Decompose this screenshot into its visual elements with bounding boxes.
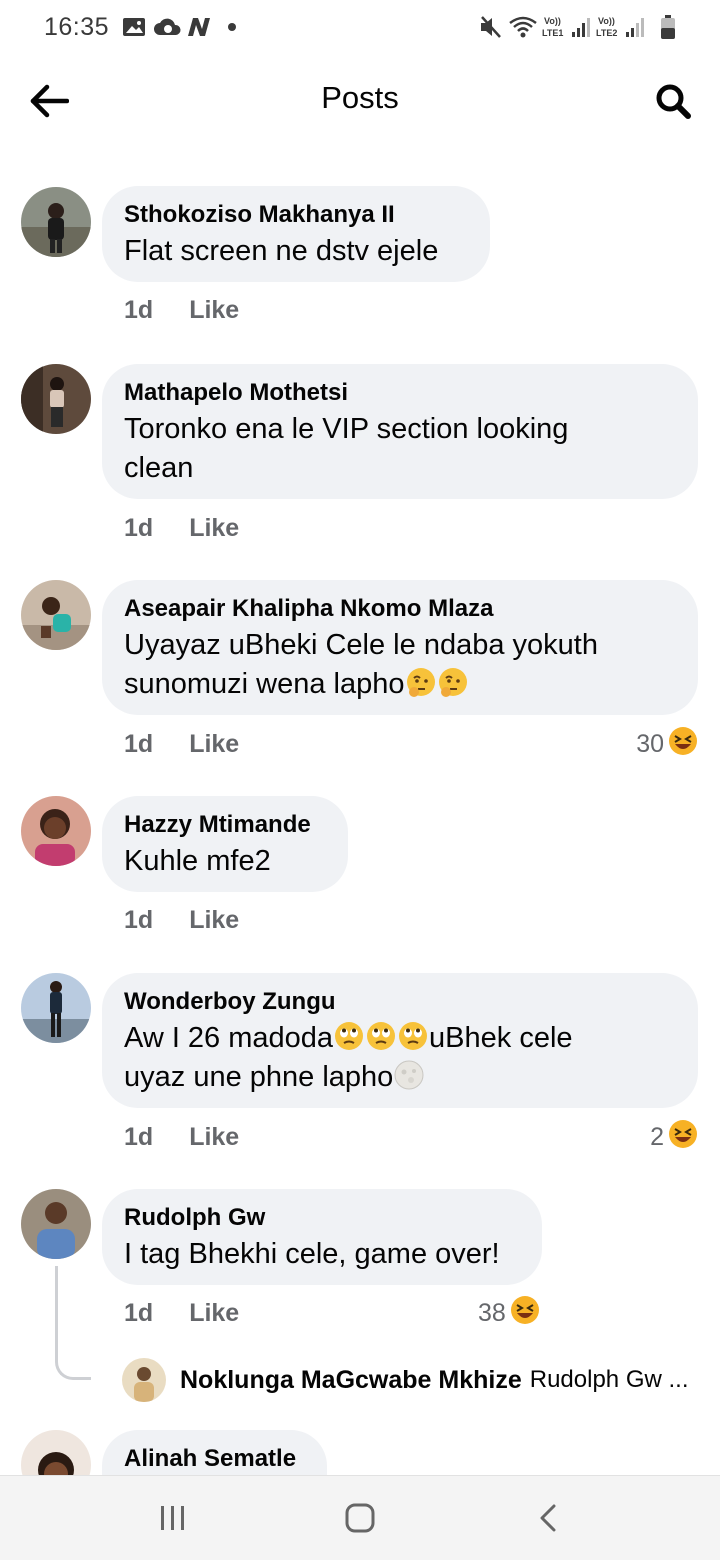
moon-face-icon [393,1059,425,1091]
comment-text-line: Toronko ena le VIP section looking [124,413,569,445]
status-time: 16:35 [44,13,110,41]
comment-author[interactable]: Wonderboy Zungu [124,987,676,1017]
avatar[interactable] [122,1358,166,1402]
comment-text-line: clean [124,452,194,484]
thinking-face-icon [437,666,469,698]
mute-icon [478,14,504,40]
comment-text-line: Uyayaz uBheki Cele le ndaba yokuth [124,629,598,661]
comment-author[interactable]: Rudolph Gw [124,1203,520,1233]
app-bar: Posts [0,56,720,144]
comment-bubble[interactable]: Rudolph Gw I tag Bhekhi cele, game over! [102,1189,542,1285]
comment-time[interactable]: 1d [124,1299,153,1327]
comment-text-line: uyaz une phne lapho [124,1061,394,1093]
laughing-face-icon [668,726,698,763]
comment-bubble[interactable]: Sthokoziso Makhanya II Flat screen ne ds… [102,186,490,282]
laughing-face-icon [510,1295,540,1332]
comment-text: Uyayaz uBheki Cele le ndaba yokuth sunom… [124,626,676,704]
reaction-count-value: 30 [636,730,664,758]
comment-meta: 1d Like [124,514,239,543]
comment-bubble[interactable]: Mathapelo Mothetsi Toronko ena le VIP se… [102,364,698,499]
comment-bubble[interactable]: Wonderboy Zungu Aw I 26 madoda uBhek cele… [102,973,698,1108]
avatar[interactable] [21,1189,91,1259]
reply-author[interactable]: Noklunga MaGcwabe Mkhize [180,1366,522,1395]
comment-text: I tag Bhekhi cele, game over! [124,1238,500,1270]
eye-roll-face-icon [397,1020,429,1052]
comment-meta: 1d Like [124,906,239,935]
comment-text: Toronko ena le VIP section looking clean [124,410,676,488]
comment-bubble[interactable]: Aseapair Khalipha Nkomo Mlaza Uyayaz uBh… [102,580,698,715]
like-button[interactable]: Like [189,1299,239,1327]
reaction-count-value: 2 [650,1123,664,1151]
comment-meta: 1d Like [124,1299,239,1328]
reply-preview[interactable]: Noklunga MaGcwabe Mkhize Rudolph Gw ... [122,1358,689,1402]
comment-time[interactable]: 1d [124,730,153,758]
status-bar: 16:35 Vo)) LTE1 Vo)) LTE2 [0,0,720,56]
lte2-signal-icon: Vo)) LTE2 [596,14,648,40]
svg-text:LTE2: LTE2 [596,28,617,38]
page-title: Posts [321,80,399,115]
avatar[interactable] [21,187,91,257]
comment-text-line: uBhek cele [429,1022,573,1054]
comment-bubble[interactable]: Hazzy Mtimande Kuhle mfe2 [102,796,348,892]
comment-author[interactable]: Alinah Sematle [124,1444,305,1474]
reaction-count-value: 38 [478,1299,506,1327]
comment-author[interactable]: Hazzy Mtimande [124,810,326,840]
reaction-count[interactable]: 30 [636,726,698,763]
thinking-face-icon [405,666,437,698]
svg-text:Vo)): Vo)) [544,16,561,26]
comment-text: Aw I 26 madoda uBhek cele uyaz une phne l… [124,1019,676,1097]
like-button[interactable]: Like [189,730,239,758]
comment-time[interactable]: 1d [124,514,153,542]
comment-author[interactable]: Sthokoziso Makhanya II [124,200,468,230]
avatar[interactable] [21,364,91,434]
eye-roll-face-icon [365,1020,397,1052]
svg-text:Vo)): Vo)) [598,16,615,26]
comment-time[interactable]: 1d [124,906,153,934]
comment-text: Flat screen ne dstv ejele [124,235,439,267]
reaction-count[interactable]: 38 [478,1295,540,1332]
comment-meta: 1d Like [124,1123,239,1152]
like-button[interactable]: Like [189,514,239,542]
comment-time[interactable]: 1d [124,296,153,324]
recent-apps-icon[interactable] [153,1498,193,1538]
comment-text-line: sunomuzi wena lapho [124,668,405,700]
back-icon[interactable] [528,1498,568,1538]
svg-text:LTE1: LTE1 [542,28,563,38]
lte1-signal-icon: Vo)) LTE1 [542,14,594,40]
gallery-icon [122,14,146,40]
comment-author[interactable]: Aseapair Khalipha Nkomo Mlaza [124,594,676,624]
eye-roll-face-icon [333,1020,365,1052]
like-button[interactable]: Like [189,296,239,324]
reaction-count[interactable]: 2 [650,1119,698,1156]
avatar[interactable] [21,580,91,650]
home-icon[interactable] [340,1498,380,1538]
dot-icon [227,14,237,40]
laughing-face-icon [668,1119,698,1156]
comment-text-line: Aw I 26 madoda [124,1022,334,1054]
battery-icon [660,14,676,40]
reply-text: Rudolph Gw ... [529,1366,689,1393]
reply-thread-line [55,1266,91,1380]
system-nav-bar [0,1475,720,1560]
comment-time[interactable]: 1d [124,1123,153,1151]
like-button[interactable]: Like [189,906,239,934]
comment-author[interactable]: Mathapelo Mothetsi [124,378,676,408]
cloud-icon [153,14,183,40]
avatar[interactable] [21,973,91,1043]
comment-meta: 1d Like [124,296,239,325]
n-app-icon [186,14,212,40]
search-icon[interactable] [648,76,698,126]
comment-text: Kuhle mfe2 [124,845,271,877]
avatar[interactable] [21,796,91,866]
wifi-icon [508,14,538,40]
comment-meta: 1d Like [124,730,239,759]
like-button[interactable]: Like [189,1123,239,1151]
